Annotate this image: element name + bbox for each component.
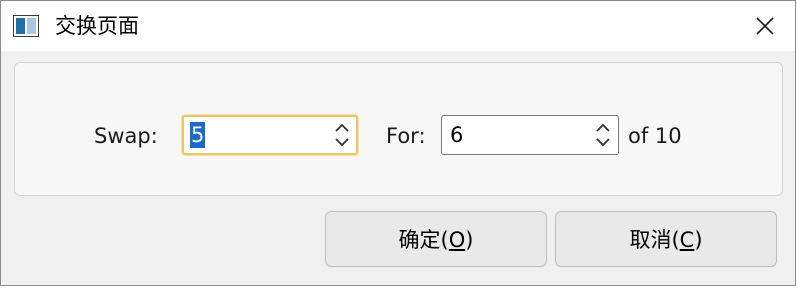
for-page-value[interactable]: 6	[450, 122, 463, 148]
close-icon	[756, 17, 774, 35]
window-split-icon-right-pane	[27, 18, 36, 34]
spin-up-down-icon[interactable]	[333, 120, 351, 150]
ok-button-label: 确定(O)	[398, 228, 474, 252]
swap-settings-panel: Swap: 5 For: 6 of 10	[14, 62, 783, 196]
swap-pages-dialog: 交换页面 Swap: 5 For: 6 of 10 确定(O) 取消(C)	[0, 0, 796, 286]
swap-label: Swap:	[94, 124, 158, 148]
spin-up-down-icon[interactable]	[594, 120, 612, 150]
ok-button[interactable]: 确定(O)	[325, 211, 547, 267]
for-label: For:	[386, 124, 426, 148]
page-count-text: of 10	[628, 124, 682, 148]
dialog-title: 交换页面	[55, 14, 139, 38]
for-page-spinbox[interactable]: 6	[441, 115, 619, 155]
window-split-icon	[13, 15, 39, 37]
swap-page-value[interactable]: 5	[190, 122, 206, 148]
close-button[interactable]	[747, 9, 783, 43]
cancel-button-label: 取消(C)	[629, 228, 703, 252]
cancel-button[interactable]: 取消(C)	[555, 211, 777, 267]
window-split-icon-left-pane	[16, 18, 25, 34]
title-bar[interactable]: 交换页面	[1, 1, 795, 51]
swap-page-spinbox[interactable]: 5	[182, 115, 358, 155]
